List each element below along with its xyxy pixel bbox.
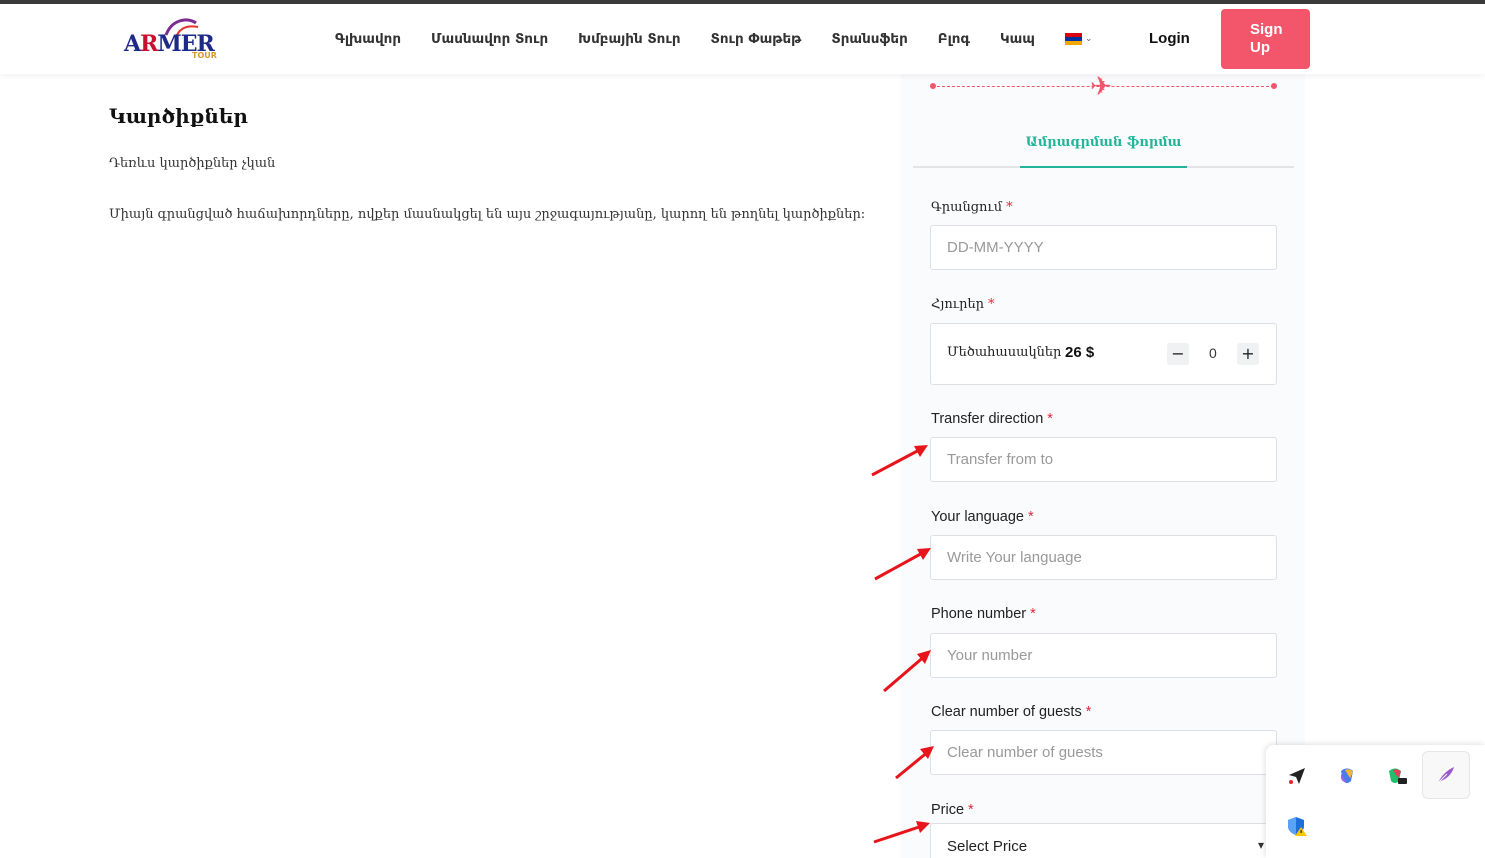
nav-item-contact[interactable]: Կապ bbox=[1000, 31, 1035, 47]
transfer-direction-input[interactable]: Transfer from to bbox=[930, 437, 1277, 482]
armer-tour-logo[interactable]: ARMER TOUR bbox=[122, 17, 230, 63]
annotation-arrow-icon bbox=[871, 445, 928, 477]
annotation-arrow-icon bbox=[895, 746, 934, 780]
decrement-button[interactable]: − bbox=[1167, 343, 1189, 365]
main-nav: Գլխավոր Մասնավոր Տուր Խմբային Տուր Տուր … bbox=[320, 4, 1093, 74]
shield-warning-icon[interactable] bbox=[1283, 812, 1311, 840]
annotation-arrow-icon bbox=[874, 548, 931, 581]
date-label: Գրանցում * bbox=[931, 200, 1013, 215]
feather-icon[interactable] bbox=[1422, 751, 1470, 799]
copilot-pro-icon[interactable] bbox=[1383, 762, 1411, 790]
nav-item-transfer[interactable]: Տրանսֆեր bbox=[831, 31, 907, 47]
annotation-arrow-icon bbox=[883, 650, 931, 693]
airplane-icon: ✈ bbox=[1090, 72, 1112, 102]
nav-item-private-tour[interactable]: Մասնավոր Տուր bbox=[431, 31, 548, 47]
nav-item-home[interactable]: Գլխավոր bbox=[335, 31, 401, 47]
reviews-note: Միայն գրանցված հաճախորդները, ովքեր մասնա… bbox=[109, 207, 866, 222]
flight-path-dot bbox=[1271, 83, 1277, 89]
language-input[interactable]: Write Your language bbox=[930, 535, 1277, 580]
signup-button[interactable]: Sign Up bbox=[1221, 9, 1310, 69]
reviews-title: Կարծիքներ bbox=[109, 104, 248, 128]
adults-count: 0 bbox=[1209, 345, 1217, 361]
price-select[interactable]: Select Price ▾ bbox=[930, 823, 1277, 858]
annotation-arrow-icon bbox=[873, 821, 930, 844]
phone-label: Phone number * bbox=[931, 606, 1036, 622]
booking-tabs: Ամրագրման ֆորմա bbox=[913, 130, 1294, 168]
adults-label: Մեծահասակներ bbox=[947, 345, 1062, 360]
nav-item-tour-package[interactable]: Տուր Փաթեթ bbox=[711, 31, 802, 47]
nav-item-group-tour[interactable]: Խմբային Տուր bbox=[578, 31, 680, 47]
price-label: Price * bbox=[931, 802, 974, 818]
price-select-value: Select Price bbox=[947, 838, 1028, 855]
no-reviews-text: Դեռևս կարծիքներ չկան bbox=[109, 156, 276, 171]
language-selector[interactable]: ⌄ bbox=[1064, 33, 1093, 45]
language-label: Your language * bbox=[931, 509, 1034, 525]
date-input[interactable]: DD-MM-YYYY bbox=[930, 225, 1277, 270]
login-link[interactable]: Login bbox=[1149, 30, 1190, 47]
adults-price: 26 $ bbox=[1065, 344, 1095, 361]
logo-subtitle: TOUR bbox=[192, 51, 217, 60]
send-icon[interactable] bbox=[1283, 762, 1311, 790]
transfer-direction-label: Transfer direction * bbox=[931, 411, 1053, 427]
increment-button[interactable]: + bbox=[1237, 343, 1259, 365]
reviews-section: Կարծիքներ Դեռևս կարծիքներ չկան Միայն գրա… bbox=[109, 104, 869, 222]
extensions-tray bbox=[1266, 745, 1485, 858]
clear-guests-input[interactable]: Clear number of guests bbox=[930, 730, 1277, 775]
site-header: ARMER TOUR Գլխավոր Մասնավոր Տուր Խմբային… bbox=[0, 4, 1485, 74]
copilot-icon[interactable] bbox=[1333, 762, 1361, 790]
phone-input[interactable]: Your number bbox=[930, 633, 1277, 678]
nav-item-blog[interactable]: Բլոգ bbox=[938, 31, 970, 47]
armenian-flag-icon bbox=[1064, 33, 1082, 45]
guests-label: Հյուրեր * bbox=[931, 297, 995, 312]
guests-stepper: Մեծահասակներ 26 $ − 0 + bbox=[930, 323, 1277, 385]
chevron-down-icon: ▾ bbox=[1257, 838, 1264, 852]
clear-guests-label: Clear number of guests * bbox=[931, 704, 1092, 720]
tab-booking-form[interactable]: Ամրագրման ֆորմա bbox=[1020, 130, 1187, 168]
booking-panel: ✈ Ամրագրման ֆորմա Գրանցում * DD-MM-YYYY Հ… bbox=[901, 74, 1305, 858]
chevron-down-icon: ⌄ bbox=[1084, 34, 1093, 44]
